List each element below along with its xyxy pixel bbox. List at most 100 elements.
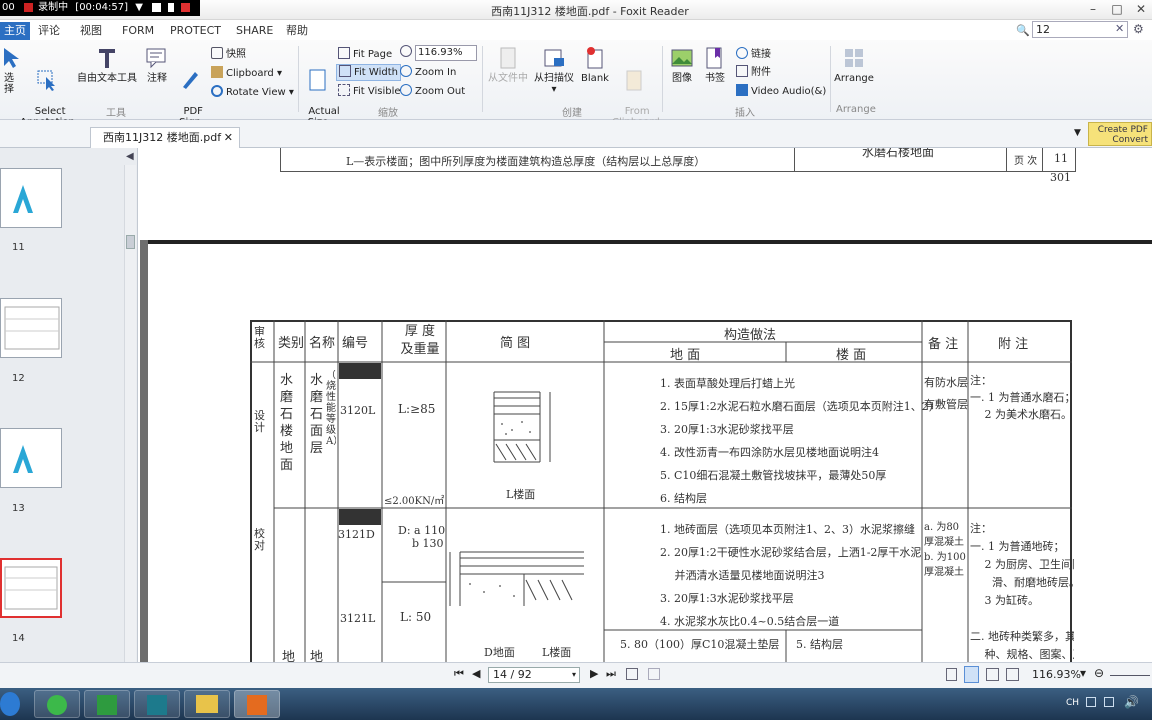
previous-view-icon[interactable]	[626, 668, 638, 680]
zoom-in-button[interactable]: Zoom In	[400, 65, 456, 80]
continuous-facing-icon[interactable]	[1006, 668, 1019, 681]
annotate-button[interactable]: 注释	[142, 46, 172, 84]
start-button[interactable]	[0, 692, 20, 716]
screen-recorder-bar[interactable]: 00 录制中 [00:04:57] ▼	[0, 0, 200, 16]
thumbnail-number: 11	[12, 242, 25, 253]
scroll-thumb[interactable]	[126, 235, 135, 249]
row2-step: 2. 20厚1:2干硬性水泥砂浆结合层，上洒1-2厚干水泥	[660, 546, 922, 559]
thumbnail-page-13[interactable]	[0, 428, 62, 488]
tab-comment[interactable]: 评论	[38, 22, 60, 40]
tray-icon[interactable]	[1086, 697, 1096, 707]
last-page-button[interactable]: ⏭	[606, 667, 616, 681]
thumbnail-page-11[interactable]	[0, 168, 62, 228]
previous-page-button[interactable]: ◀	[472, 667, 480, 680]
zoom-slider[interactable]	[1110, 675, 1150, 676]
zoom-select[interactable]: 116.93%	[415, 45, 477, 61]
thumbnail-page-14[interactable]	[0, 558, 62, 618]
tab-help[interactable]: 帮助	[286, 22, 308, 40]
blank-button[interactable]: Blank	[580, 46, 610, 84]
divider	[830, 46, 831, 112]
facing-page-icon[interactable]	[986, 668, 999, 681]
gear-icon[interactable]: ⚙	[1133, 22, 1144, 36]
from-scanner-button[interactable]: 从扫描仪 ▾	[532, 46, 576, 95]
collapse-panel-icon[interactable]: ◀	[126, 151, 134, 162]
taskbar-app-browser[interactable]	[34, 690, 80, 718]
thumbnail-number: 13	[12, 503, 25, 514]
free-text-tool-button[interactable]: 自由文本工具	[76, 46, 138, 84]
row1-steps: 1. 表面草酸处理后打蜡上光 2. 15厚1:2水泥石粒水磨石面层（选项见本页附…	[660, 372, 940, 510]
input-language[interactable]: CH	[1066, 698, 1079, 708]
maximize-button[interactable]: □	[1106, 1, 1128, 17]
zoom-dropdown-icon[interactable]: ▾	[1080, 666, 1086, 680]
thumbnail-scrollbar[interactable]	[124, 165, 136, 662]
zoom-level: 116.93%	[1032, 668, 1081, 681]
next-view-icon[interactable]	[648, 668, 660, 680]
image-button[interactable]: 图像	[666, 46, 698, 84]
tab-list-dropdown-icon[interactable]: ▼	[1074, 128, 1081, 138]
clear-search-icon[interactable]: ✕	[1115, 22, 1124, 35]
taskbar-app-explorer[interactable]	[184, 690, 230, 718]
taskbar-app-cad[interactable]	[134, 690, 180, 718]
taskbar-app-editor[interactable]	[84, 690, 130, 718]
stop-icon[interactable]	[181, 2, 191, 12]
single-page-icon[interactable]	[946, 668, 957, 681]
first-page-button[interactable]: ⏮	[454, 667, 464, 681]
clipboard-button[interactable]: Clipboard ▾	[211, 66, 282, 81]
tab-home[interactable]: 主页	[0, 22, 30, 40]
arrange-button[interactable]: Arrange	[834, 46, 874, 84]
close-window-button[interactable]: ✕	[1130, 1, 1152, 17]
tab-form[interactable]: FORM	[122, 22, 154, 40]
dropdown-icon[interactable]: ▼	[135, 2, 143, 13]
window-title: 西南11J312 楼地面.pdf - Foxit Reader	[491, 5, 689, 18]
tab-view[interactable]: 视图	[80, 22, 102, 40]
menu-tabs: 主页 评论 视图 FORM PROTECT SHARE 帮助	[0, 20, 1152, 40]
create-pdf-convert-banner[interactable]: Create PDF Convert	[1088, 122, 1152, 146]
header-code: 编号	[342, 336, 369, 351]
scanner-icon	[544, 49, 564, 67]
create-group-label: 创建	[562, 108, 582, 119]
bookmark-button[interactable]: 书签	[700, 46, 730, 84]
snapshot-button[interactable]: 快照	[211, 47, 246, 62]
search-input[interactable]: 12	[1032, 21, 1128, 38]
fit-page-button[interactable]: Fit Page	[338, 47, 392, 62]
page-number-input[interactable]: 14 / 92	[488, 667, 580, 683]
next-page-button[interactable]: ▶	[590, 667, 598, 680]
from-file-button[interactable]: 从文件中	[486, 46, 530, 84]
select-annotation-button[interactable]: Select Annotation	[20, 46, 75, 128]
pause-icon[interactable]	[168, 2, 175, 12]
minimize-button[interactable]: –	[1082, 1, 1104, 17]
row2-step: 并洒清水适量见楼地面说明注3	[660, 569, 825, 582]
thumbnail-page-12[interactable]	[0, 298, 62, 358]
clipboard-icon	[211, 66, 223, 78]
row2-code-a: 3121D	[338, 528, 375, 541]
zoom-control[interactable]: 116.93%	[400, 45, 477, 61]
record-dot-icon	[23, 2, 33, 12]
close-tab-icon[interactable]: ✕	[224, 128, 233, 148]
fit-width-button[interactable]: Fit Width	[336, 64, 401, 81]
tab-share[interactable]: SHARE	[236, 22, 273, 40]
search-icon[interactable]: 🔍	[1016, 24, 1030, 37]
zoom-out-button[interactable]: Zoom Out	[400, 84, 465, 99]
actual-size-button[interactable]: Actual Size	[302, 46, 340, 128]
taskbar-app-foxit[interactable]	[234, 690, 280, 718]
zoom-out-small-icon[interactable]: ⊖	[1094, 666, 1104, 680]
link-button[interactable]: 链接	[736, 47, 771, 62]
volume-icon[interactable]: 🔊	[1124, 695, 1139, 709]
page-label: 页 次	[1014, 156, 1038, 167]
from-clipboard-button[interactable]: From Clipboard	[612, 46, 660, 128]
pdf-sign-button[interactable]: PDF Sign	[174, 46, 206, 128]
network-icon[interactable]	[1104, 697, 1114, 707]
document-view[interactable]: L—表示楼面；图中所列厚度为楼面建筑构造总厚度（结构层以上总厚度） 水磨石楼地面…	[140, 148, 1152, 662]
row1-remark: 有防水层 有敷管层	[924, 376, 968, 411]
video-audio-button[interactable]: Video Audio(&)	[736, 84, 826, 99]
select-button[interactable]: 选择	[0, 46, 19, 95]
tab-protect[interactable]: PROTECT	[170, 22, 221, 40]
rotate-view-button[interactable]: Rotate View ▾	[211, 85, 294, 100]
attachment-button[interactable]: 附件	[736, 65, 771, 80]
document-tab[interactable]: 西南11J312 楼地面.pdf ✕	[90, 127, 240, 148]
camera-icon[interactable]	[152, 2, 162, 12]
page-dropdown-icon[interactable]: ▾	[572, 670, 576, 679]
continuous-page-icon[interactable]	[964, 666, 979, 683]
fit-visible-button[interactable]: Fit Visible	[338, 84, 401, 99]
document-tab-title: 西南11J312 楼地面.pdf	[103, 131, 222, 144]
